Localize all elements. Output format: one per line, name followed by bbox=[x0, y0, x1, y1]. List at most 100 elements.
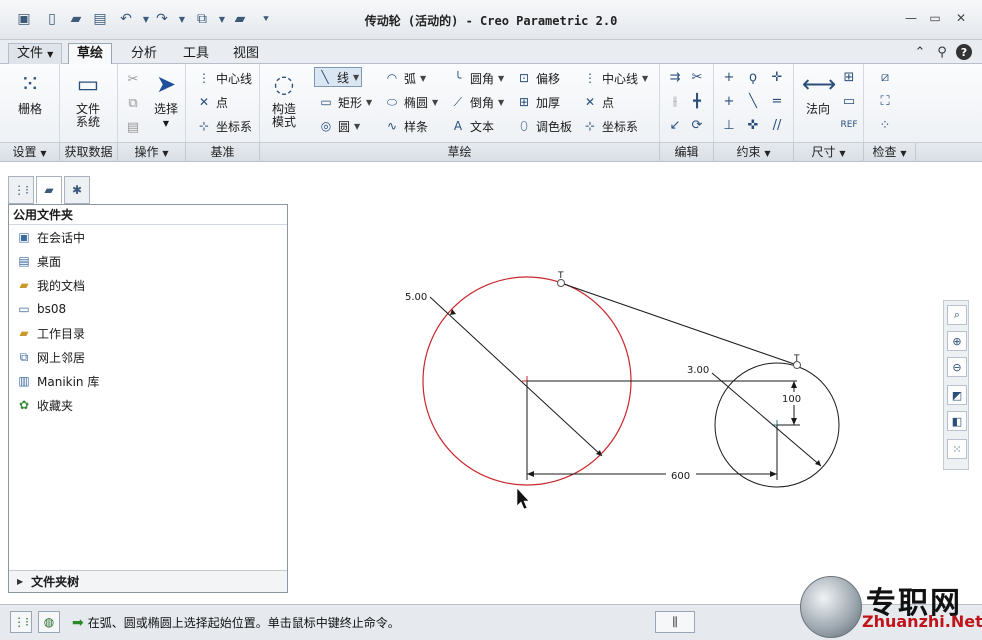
collapse-ribbon-icon[interactable]: ⌃ bbox=[912, 44, 928, 60]
mirror-icon[interactable]: ⫲ bbox=[666, 92, 684, 110]
sketch-graphics-area[interactable]: T T 5.00 3.00 600 100 bbox=[300, 168, 940, 600]
repaint-icon[interactable]: ◩ bbox=[947, 385, 967, 405]
model-tree-tab[interactable]: ⋮⁝ bbox=[8, 176, 34, 204]
thicken-label: 加厚 bbox=[536, 95, 561, 110]
midpoint-constraint-icon[interactable]: ╲ bbox=[744, 92, 762, 110]
construction-mode-button[interactable]: ◌ 构造 模式 bbox=[262, 68, 306, 129]
large-diameter-dimension[interactable]: 5.00 bbox=[405, 292, 427, 303]
tab-tools[interactable]: 工具 bbox=[174, 43, 218, 64]
favorites-star-icon: ✱ bbox=[71, 183, 83, 197]
grid-button[interactable]: ⁙ 栅格 bbox=[8, 68, 52, 116]
chamfer-button[interactable]: ⟋ 倒角 ▼ bbox=[450, 92, 504, 112]
vertical-offset-dimension[interactable]: 100 bbox=[782, 394, 801, 405]
group-setup-label[interactable]: 设置 ▼ bbox=[0, 143, 60, 162]
arc-button[interactable]: ◠ 弧 ▼ bbox=[384, 68, 426, 88]
horizontal-constraint-icon[interactable]: + bbox=[720, 92, 738, 110]
datum-csys-button[interactable]: ⊹ 坐标系 bbox=[196, 116, 252, 136]
nav-item-my-documents[interactable]: ▰ 我的文档 bbox=[9, 273, 287, 297]
text-button[interactable]: A 文本 bbox=[450, 116, 494, 136]
nav-item-bs08[interactable]: ▭ bs08 bbox=[9, 297, 287, 321]
nav-item-favorites[interactable]: ✿ 收藏夹 bbox=[9, 393, 287, 417]
rectangle-button[interactable]: ▭ 矩形 ▼ bbox=[318, 92, 372, 112]
nav-item-desktop[interactable]: ▤ 桌面 bbox=[9, 249, 287, 273]
line-button[interactable]: ╲ 线 ▼ bbox=[314, 67, 363, 87]
nav-item-in-session[interactable]: ▣ 在会话中 bbox=[9, 225, 287, 249]
group-inspect-text: 检查 bbox=[872, 145, 897, 159]
toggle-browser-icon[interactable]: ◍ bbox=[38, 611, 60, 633]
coincident-constraint-icon[interactable]: ✜ bbox=[744, 116, 762, 134]
delete-segment-icon[interactable]: ✂ bbox=[688, 68, 706, 86]
baseline-dimension-icon[interactable]: ▭ bbox=[840, 92, 858, 110]
close-icon[interactable]: ✕ bbox=[952, 10, 970, 26]
highlight-open-ends-icon[interactable]: ⛶ bbox=[876, 92, 894, 110]
group-operations-label[interactable]: 操作 ▼ bbox=[118, 143, 186, 162]
parallel-constraint-icon[interactable]: // bbox=[768, 116, 786, 134]
toggle-navigator-icon[interactable]: ⋮⁝ bbox=[10, 611, 32, 633]
datum-display-icon[interactable]: ⁙ bbox=[947, 439, 967, 459]
nav-item-network[interactable]: ⧉ 网上邻居 bbox=[9, 345, 287, 369]
offset-button[interactable]: ⊡ 偏移 bbox=[516, 68, 560, 88]
group-inspect-label[interactable]: 检查 ▼ bbox=[864, 143, 916, 162]
group-dimension-label[interactable]: 尺寸 ▼ bbox=[794, 143, 864, 162]
folder-browser-tab[interactable]: ▰ bbox=[36, 176, 62, 204]
overlapping-geometry-icon[interactable]: ⧄ bbox=[876, 68, 894, 86]
minimize-icon[interactable]: — bbox=[902, 10, 920, 26]
divide-icon[interactable]: ╋ bbox=[688, 92, 706, 110]
shade-closed-loops-icon[interactable]: ⁘ bbox=[876, 116, 894, 134]
symmetric-constraint-icon[interactable]: ✛ bbox=[768, 68, 786, 86]
reference-dimension-icon[interactable]: REF bbox=[840, 116, 858, 134]
sketch-csys-button[interactable]: ⊹ 坐标系 bbox=[582, 116, 638, 136]
circle-button[interactable]: ◎ 圆 ▼ bbox=[318, 116, 360, 136]
documents-icon: ▰ bbox=[19, 278, 29, 292]
chevron-down-icon: ▼ bbox=[40, 149, 47, 158]
group-datum: ⋮ 中心线 ✕ 点 ⊹ 坐标系 bbox=[186, 64, 260, 142]
modify-icon[interactable]: ⇉ bbox=[666, 68, 684, 86]
vertical-constraint-icon[interactable]: + bbox=[720, 68, 738, 86]
folder-tree-toggle[interactable]: ▶ 文件夹树 bbox=[9, 570, 287, 592]
datum-point-button[interactable]: ✕ 点 bbox=[196, 92, 228, 112]
help-icon[interactable]: ? bbox=[956, 44, 972, 60]
favorites-icon: ✿ bbox=[18, 398, 30, 412]
zoom-in-icon[interactable]: ⊕ bbox=[947, 331, 967, 351]
corner-icon[interactable]: ↙ bbox=[666, 116, 684, 134]
rotate-resize-icon[interactable]: ⟳ bbox=[688, 116, 706, 134]
tab-analysis[interactable]: 分析 bbox=[122, 43, 166, 64]
perpendicular-constraint-icon[interactable]: ⊥ bbox=[720, 116, 738, 134]
sketch-centerline-button[interactable]: ⋮ 中心线 ▼ bbox=[582, 68, 648, 88]
nav-item-manikin-library[interactable]: ▥ Manikin 库 bbox=[9, 369, 287, 393]
ellipse-button[interactable]: ⬭ 椭圆 ▼ bbox=[384, 92, 438, 112]
favorites-tab[interactable]: ✱ bbox=[64, 176, 90, 204]
palette-button[interactable]: ⬯ 调色板 bbox=[516, 116, 572, 136]
zoom-out-icon[interactable]: ⊖ bbox=[947, 357, 967, 377]
group-constrain-text: 约束 bbox=[736, 145, 761, 159]
display-style-icon[interactable]: ◧ bbox=[947, 411, 967, 431]
small-diameter-dimension[interactable]: 3.00 bbox=[687, 365, 709, 376]
cut-icon[interactable]: ✂ bbox=[124, 70, 142, 88]
spline-icon: ∿ bbox=[386, 119, 398, 133]
perimeter-dimension-icon[interactable]: ⊞ bbox=[840, 68, 858, 86]
tangent-constraint-icon[interactable]: ϙ bbox=[744, 68, 762, 86]
normal-dimension-button[interactable]: ⟷ 法向 bbox=[796, 68, 840, 116]
nav-item-label: 在会话中 bbox=[37, 230, 86, 245]
equal-constraint-icon[interactable]: = bbox=[768, 92, 786, 110]
spline-button[interactable]: ∿ 样条 bbox=[384, 116, 428, 136]
belt-tangent-line[interactable] bbox=[560, 282, 798, 366]
paste-icon[interactable]: ▤ bbox=[124, 118, 142, 136]
datum-centerline-button[interactable]: ⋮ 中心线 bbox=[196, 68, 252, 88]
horizontal-distance-dimension[interactable]: 600 bbox=[671, 471, 690, 482]
tab-sketch[interactable]: 草绘 bbox=[68, 43, 113, 65]
copy-icon[interactable]: ⧉ bbox=[124, 94, 142, 112]
nav-item-working-directory[interactable]: ▰ 工作目录 bbox=[9, 321, 287, 345]
fillet-button[interactable]: ╰ 圆角 ▼ bbox=[450, 68, 504, 88]
sketch-point-button[interactable]: ✕ 点 bbox=[582, 92, 614, 112]
selection-filter-icon[interactable]: ⫼ bbox=[655, 611, 695, 633]
file-system-button[interactable]: ▭ 文件 系统 bbox=[66, 68, 110, 129]
tab-file[interactable]: 文件 ▼ bbox=[8, 43, 63, 64]
select-button[interactable]: ➤ 选择 ▼ bbox=[144, 68, 188, 130]
tab-view[interactable]: 视图 bbox=[224, 43, 268, 64]
search-icon[interactable]: ⚲ bbox=[934, 44, 950, 60]
thicken-button[interactable]: ⊞ 加厚 bbox=[516, 92, 560, 112]
maximize-icon[interactable]: ▭ bbox=[926, 10, 944, 26]
refit-icon[interactable]: ⌕ bbox=[947, 305, 967, 325]
group-constrain-label[interactable]: 约束 ▼ bbox=[714, 143, 794, 162]
